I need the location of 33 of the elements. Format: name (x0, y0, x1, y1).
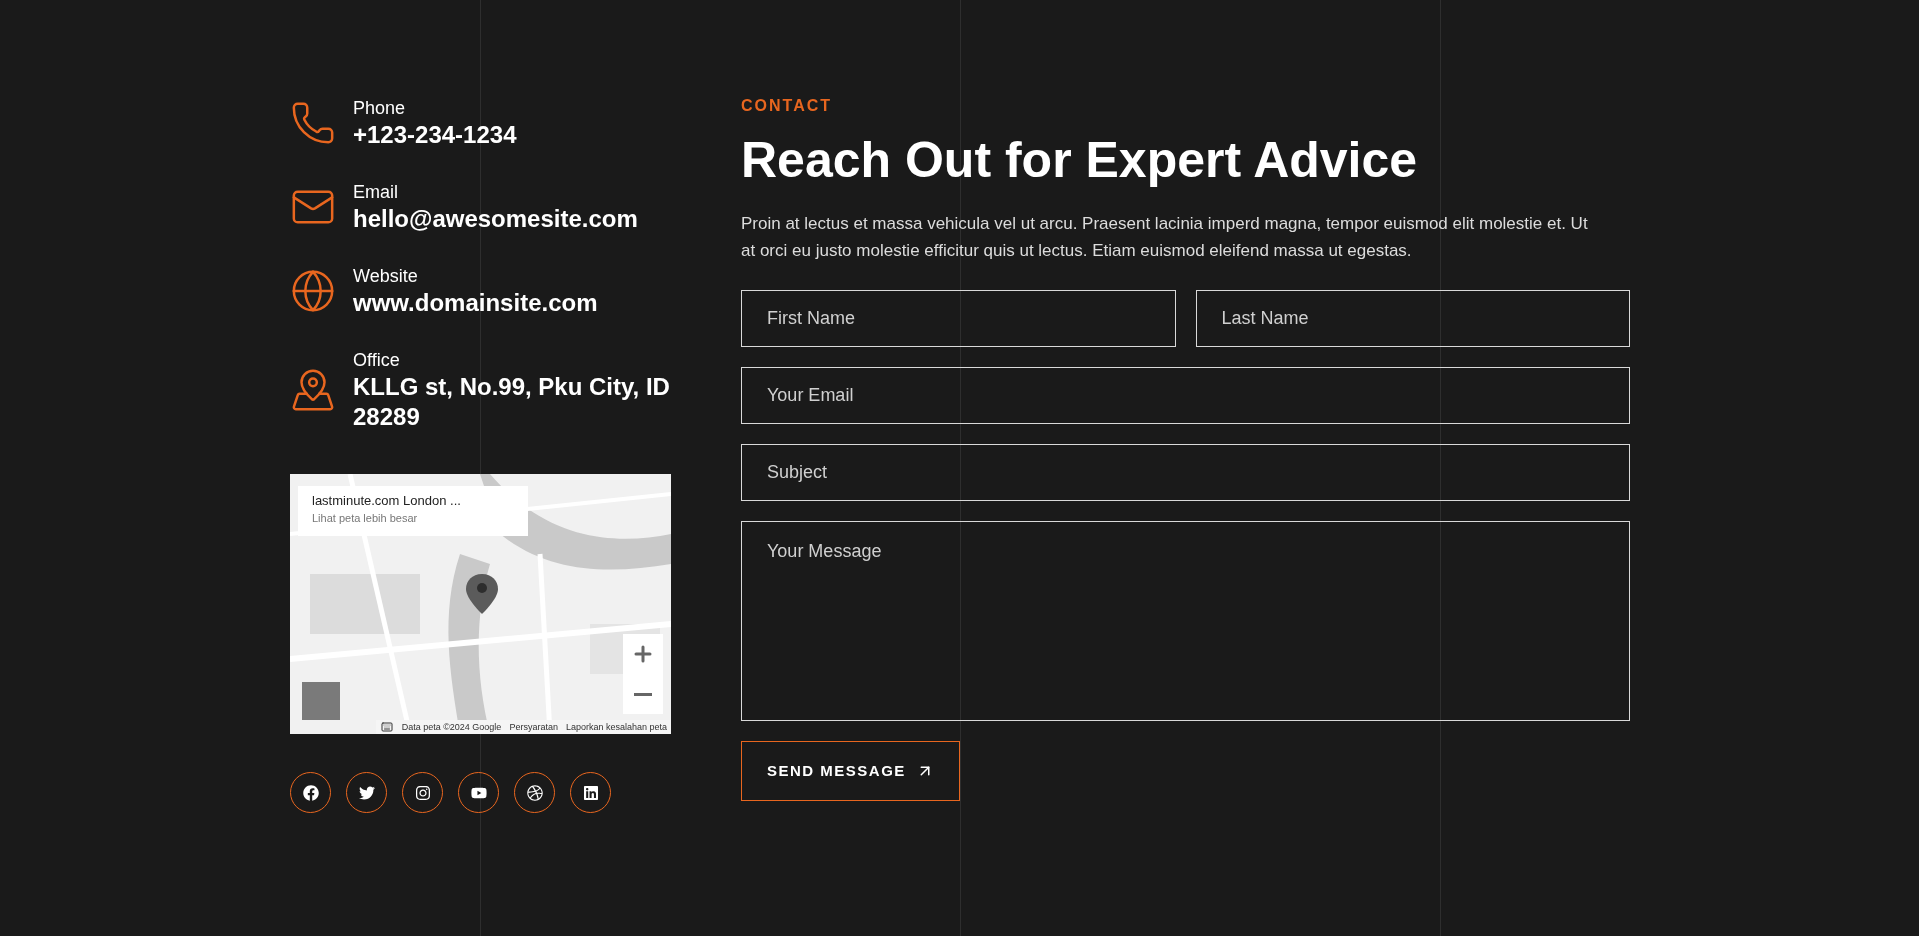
send-message-button[interactable]: SEND MESSAGE (741, 741, 960, 801)
larger-map-link[interactable]: Lihat peta lebih besar (312, 510, 514, 526)
globe-icon (290, 268, 336, 314)
contact-label: Office (353, 349, 401, 372)
contact-label: Website (353, 265, 419, 288)
attribution-link[interactable]: Laporkan kesalahan peta (565, 721, 667, 733)
linkedin-icon (582, 784, 599, 801)
input-field[interactable]: Last Name (1195, 290, 1630, 347)
place-title: lastminute.com London ... (312, 492, 462, 510)
twitter-icon (358, 784, 375, 801)
attribution-link[interactable]: Persyaratan (509, 721, 558, 733)
contact-value: hello@awesomesite.com (353, 204, 638, 234)
dribbble-icon (526, 784, 543, 801)
intro-paragraph: Proin at lectus et massa vehicula vel ut arcu. Praesent lacinia imperd magna, tempor euismod elit molestie et. Ut at orci eu justo molestie efficitur quis ut lectus. Etiam euismod eleifend massa ut egestas. (741, 213, 1589, 262)
facebook-icon (302, 784, 319, 801)
message-field[interactable]: Your Message (741, 521, 1630, 721)
contact-value: www.domainsite.com (353, 288, 598, 318)
instagram-icon (414, 784, 431, 801)
input-field[interactable]: Subject (741, 444, 1630, 501)
phone-icon (290, 100, 336, 146)
attribution-link[interactable]: Data peta ©2024 Google (401, 721, 502, 733)
contact-label: Email (353, 181, 399, 204)
minus-icon (634, 692, 652, 696)
contact-value: KLLG st, No.99, Pku City, ID 28289 (353, 372, 671, 432)
map-pin-icon (290, 367, 336, 413)
keyboard-icon[interactable] (379, 721, 394, 733)
section-eyebrow: CONTACT (741, 96, 834, 116)
map[interactable]: lastminute.com London ... Lihat peta lebih besar Data peta ©2024 Google Persyaratan Laporkan kesalahan peta (290, 474, 671, 734)
section-heading: Reach Out for Expert Advice (741, 131, 1419, 190)
contact-label: Phone (353, 97, 407, 120)
input-field[interactable]: First Name (741, 290, 1176, 347)
input-field[interactable]: Your Email (741, 367, 1630, 424)
contact-value: +123-234-1234 (353, 120, 517, 150)
